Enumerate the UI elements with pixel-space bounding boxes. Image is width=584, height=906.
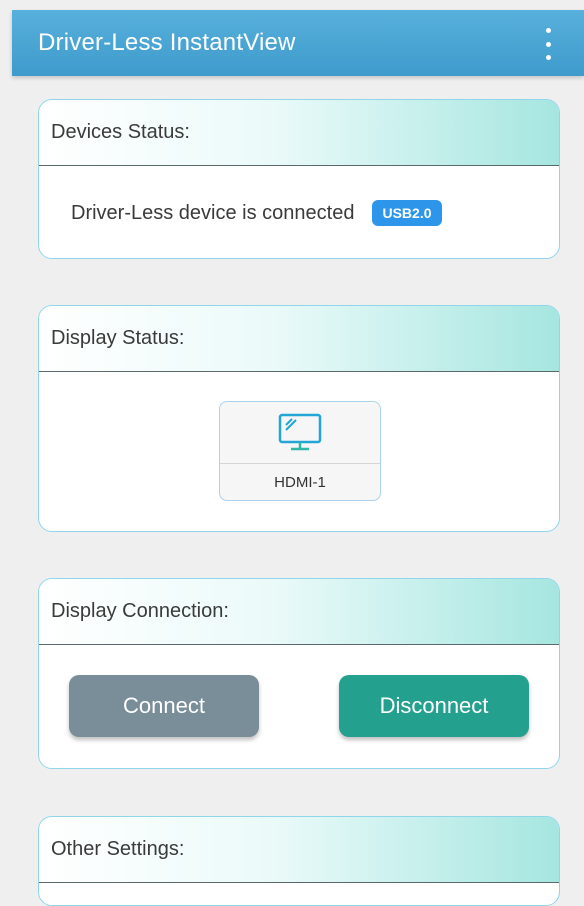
- monitor-icon: [278, 413, 322, 450]
- connect-button[interactable]: Connect: [69, 675, 259, 737]
- more-vert-icon[interactable]: [540, 28, 556, 60]
- display-connection-title: Display Connection:: [51, 600, 229, 622]
- display-status-title: Display Status:: [51, 327, 185, 349]
- monitor-label: HDMI-1: [274, 473, 326, 491]
- devices-status-card: Devices Status: Driver-Less device is co…: [38, 99, 560, 259]
- device-status-row: Driver-Less device is connected USB2.0: [39, 166, 559, 258]
- device-status-message: Driver-Less device is connected: [71, 201, 355, 224]
- display-connection-card: Display Connection: Connect Disconnect: [38, 578, 560, 769]
- app-bar: Driver-Less InstantView: [12, 10, 584, 76]
- devices-status-title: Devices Status:: [51, 121, 190, 143]
- other-settings-title: Other Settings:: [51, 838, 185, 860]
- devices-status-header: Devices Status:: [39, 100, 559, 166]
- monitor-icon-area: [220, 402, 380, 464]
- other-settings-header[interactable]: Other Settings:: [39, 817, 559, 883]
- disconnect-button[interactable]: Disconnect: [339, 675, 529, 737]
- menu-dot: [545, 28, 551, 33]
- display-status-header: Display Status:: [39, 306, 559, 372]
- usb-version-badge: USB2.0: [372, 200, 442, 226]
- menu-dot: [545, 55, 551, 60]
- hdmi-monitor-tile[interactable]: HDMI-1: [219, 401, 381, 501]
- display-status-card: Display Status: HDMI-1: [38, 305, 560, 532]
- display-connection-header: Display Connection:: [39, 579, 559, 645]
- menu-dot: [545, 41, 551, 47]
- app-title: Driver-Less InstantView: [38, 29, 296, 56]
- other-settings-card: Other Settings:: [38, 816, 560, 906]
